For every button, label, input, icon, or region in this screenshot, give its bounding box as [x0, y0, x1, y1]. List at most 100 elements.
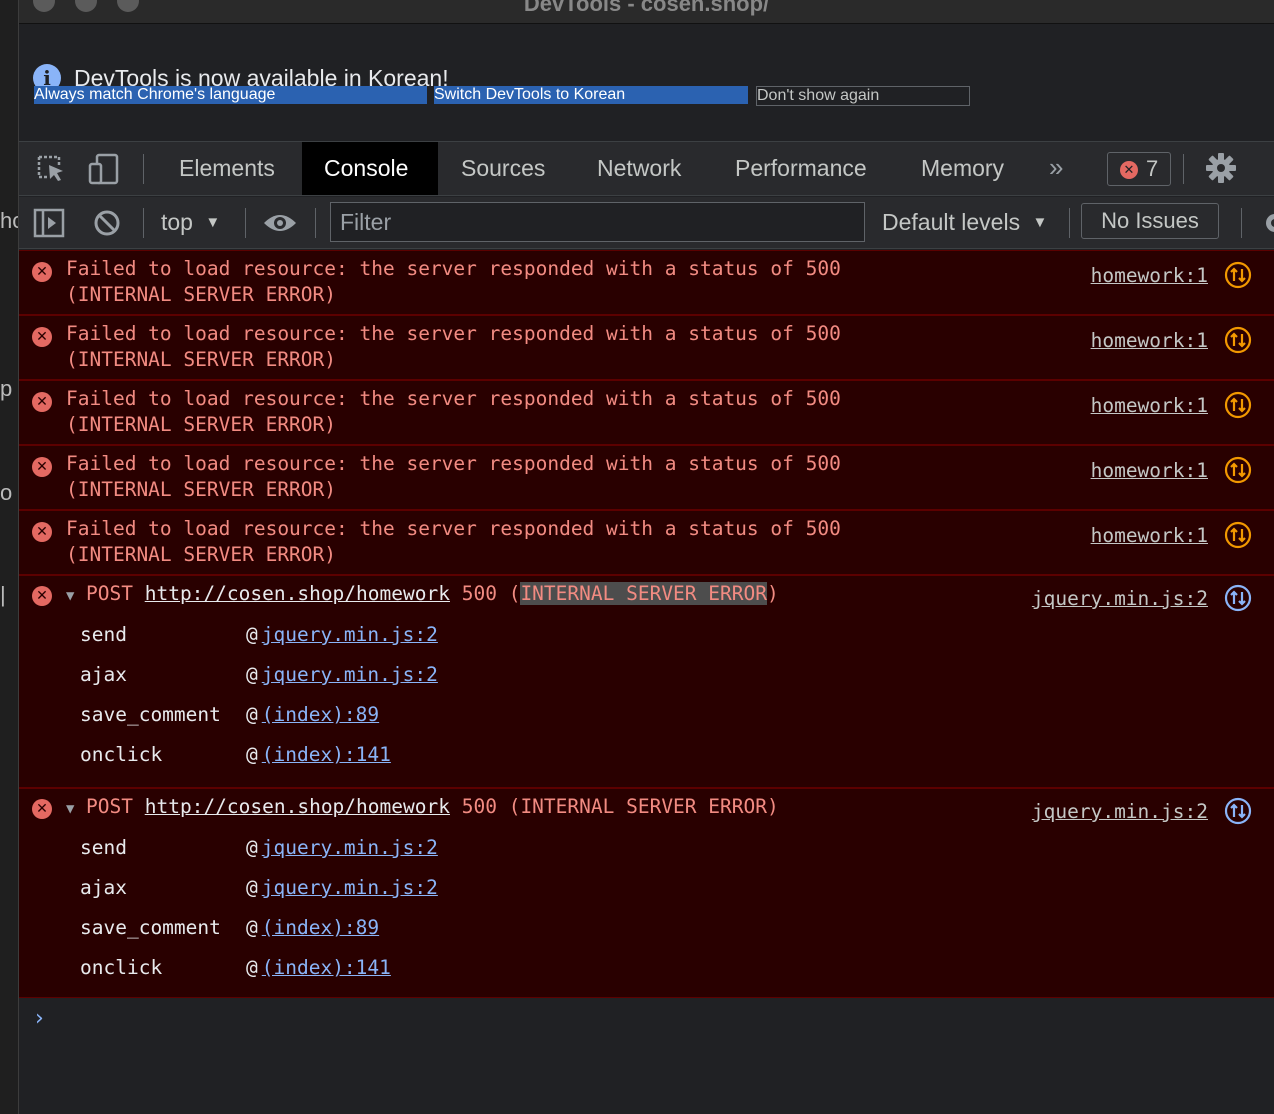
issues-button[interactable]: No Issues — [1081, 203, 1219, 239]
tab-console[interactable]: Console — [302, 142, 438, 195]
devtools-panel: DevTools - cosen.shop/ i DevTools is now… — [19, 0, 1274, 1114]
network-request-icon[interactable] — [1224, 326, 1252, 354]
message-text: (INTERNAL SERVER ERROR) — [66, 543, 337, 566]
expand-triangle-icon[interactable]: ▼ — [66, 801, 86, 817]
separator — [1183, 154, 1184, 184]
source-link[interactable]: homework:1 — [1091, 524, 1208, 547]
network-request-icon[interactable] — [1224, 456, 1252, 484]
console-error-message: ✕ Failed to load resource: the server re… — [19, 315, 1274, 380]
gear-icon[interactable] — [1205, 152, 1237, 184]
status-code: 500 — [461, 795, 497, 818]
eye-icon[interactable] — [262, 210, 298, 236]
error-count-badge[interactable]: ✕ 7 — [1107, 152, 1171, 186]
inspect-element-icon[interactable] — [35, 153, 67, 185]
stack-location-link[interactable]: jquery.min.js:2 — [262, 623, 438, 646]
expand-triangle-icon[interactable]: ▼ — [66, 588, 86, 604]
network-request-icon[interactable] — [1224, 521, 1252, 549]
panel-tab-bar: Elements Console Sources Network Perform… — [19, 142, 1274, 196]
error-icon: ✕ — [32, 262, 52, 282]
language-infobar: i DevTools is now available in Korean! — [19, 24, 1274, 142]
page-fragment: o — [0, 480, 13, 505]
filter-input[interactable] — [330, 202, 865, 242]
source-link[interactable]: homework:1 — [1091, 394, 1208, 417]
message-text: (INTERNAL SERVER ERROR) — [66, 478, 337, 501]
console-filter-bar: top ▼ Default levels ▼ No Issues — [19, 197, 1274, 249]
network-request-icon[interactable] — [1224, 797, 1252, 825]
stack-location-link[interactable]: jquery.min.js:2 — [262, 836, 438, 859]
stack-function: send — [80, 836, 127, 859]
error-icon: ✕ — [32, 799, 52, 819]
stack-frame: onclick @ (index):141 — [80, 743, 391, 766]
stack-function: save_comment — [80, 916, 221, 939]
message-text: (INTERNAL SERVER ERROR) — [66, 348, 337, 371]
sidebar-toggle-icon[interactable] — [33, 208, 65, 238]
console-error-message: ✕ Failed to load resource: the server re… — [19, 510, 1274, 575]
tab-sources[interactable]: Sources — [439, 142, 567, 195]
error-count: 7 — [1146, 156, 1159, 181]
separator — [1241, 208, 1242, 238]
console-prompt-chevron-icon[interactable]: › — [35, 1006, 44, 1031]
log-levels-dropdown[interactable]: Default levels ▼ — [882, 209, 1047, 236]
stack-location-link[interactable]: (index):89 — [262, 916, 379, 939]
message-text: (INTERNAL SERVER ERROR) — [66, 283, 337, 306]
clear-console-icon[interactable] — [93, 209, 121, 237]
console-output: ✕ Failed to load resource: the server re… — [19, 250, 1274, 1114]
message-text: Failed to load resource: the server resp… — [66, 322, 841, 345]
source-link[interactable]: homework:1 — [1091, 459, 1208, 482]
network-request-icon[interactable] — [1224, 391, 1252, 419]
tab-memory[interactable]: Memory — [899, 142, 1026, 195]
status-text: INTERNAL SERVER ERROR — [520, 582, 767, 605]
network-request-icon[interactable] — [1224, 584, 1252, 612]
tab-elements[interactable]: Elements — [157, 142, 297, 195]
xhr-error-header[interactable]: ▼ POST http://cosen.shop/homework 500 (IN… — [66, 582, 779, 605]
console-error-message: ✕ Failed to load resource: the server re… — [19, 445, 1274, 510]
context-selector[interactable]: top ▼ — [161, 209, 220, 236]
message-text: Failed to load resource: the server resp… — [66, 452, 841, 475]
device-toolbar-icon[interactable] — [87, 152, 121, 186]
dont-show-again-button[interactable]: Don't show again — [756, 86, 970, 106]
source-link[interactable]: homework:1 — [1091, 329, 1208, 352]
stack-location-link[interactable]: (index):89 — [262, 703, 379, 726]
stack-location-link[interactable]: jquery.min.js:2 — [262, 876, 438, 899]
stack-function: ajax — [80, 876, 127, 899]
error-icon: ✕ — [32, 457, 52, 477]
tab-network[interactable]: Network — [575, 142, 703, 195]
stack-location-link[interactable]: (index):141 — [262, 956, 391, 979]
page-fragment: p — [0, 376, 13, 401]
error-icon: ✕ — [32, 327, 52, 347]
source-link[interactable]: jquery.min.js:2 — [1032, 587, 1208, 610]
network-request-icon[interactable] — [1224, 261, 1252, 289]
stack-function: onclick — [80, 956, 163, 979]
separator — [245, 208, 246, 238]
console-settings-gear-icon[interactable] — [1261, 209, 1274, 237]
window-title: DevTools - cosen.shop/ — [523, 0, 770, 16]
source-link[interactable]: jquery.min.js:2 — [1032, 800, 1208, 823]
stack-location-link[interactable]: (index):141 — [262, 743, 391, 766]
more-tabs-chevron-icon[interactable]: » — [1049, 152, 1063, 183]
stack-frame: save_comment @ (index):89 — [80, 703, 380, 726]
status-code: 500 — [461, 582, 497, 605]
chevron-down-icon: ▼ — [1032, 214, 1048, 231]
error-icon: ✕ — [32, 586, 52, 606]
separator — [1069, 208, 1070, 238]
switch-to-korean-button[interactable]: Switch DevTools to Korean — [434, 86, 748, 104]
console-xhr-error: ✕ ▼ POST http://cosen.shop/homework 500 (… — [19, 575, 1274, 788]
xhr-error-header[interactable]: ▼ POST http://cosen.shop/homework 500 (IN… — [66, 795, 779, 818]
request-url[interactable]: http://cosen.shop/homework — [145, 795, 450, 818]
tab-performance[interactable]: Performance — [713, 142, 889, 195]
request-url[interactable]: http://cosen.shop/homework — [145, 582, 450, 605]
stack-function: ajax — [80, 663, 127, 686]
stack-location-link[interactable]: jquery.min.js:2 — [262, 663, 438, 686]
separator — [143, 154, 144, 184]
always-match-language-button[interactable]: Always match Chrome's language — [34, 86, 427, 104]
message-text: (INTERNAL SERVER ERROR) — [66, 413, 337, 436]
stack-frame: send @ jquery.min.js:2 — [80, 623, 438, 646]
console-xhr-error: ✕ ▼ POST http://cosen.shop/homework 500 (… — [19, 788, 1274, 998]
source-link[interactable]: homework:1 — [1091, 264, 1208, 287]
message-text: Failed to load resource: the server resp… — [66, 257, 841, 280]
status-text: INTERNAL SERVER ERROR — [520, 795, 767, 818]
stack-function: send — [80, 623, 127, 646]
stack-function: onclick — [80, 743, 163, 766]
page-fragment: hc — [0, 208, 18, 233]
log-levels-label: Default levels — [882, 209, 1021, 235]
